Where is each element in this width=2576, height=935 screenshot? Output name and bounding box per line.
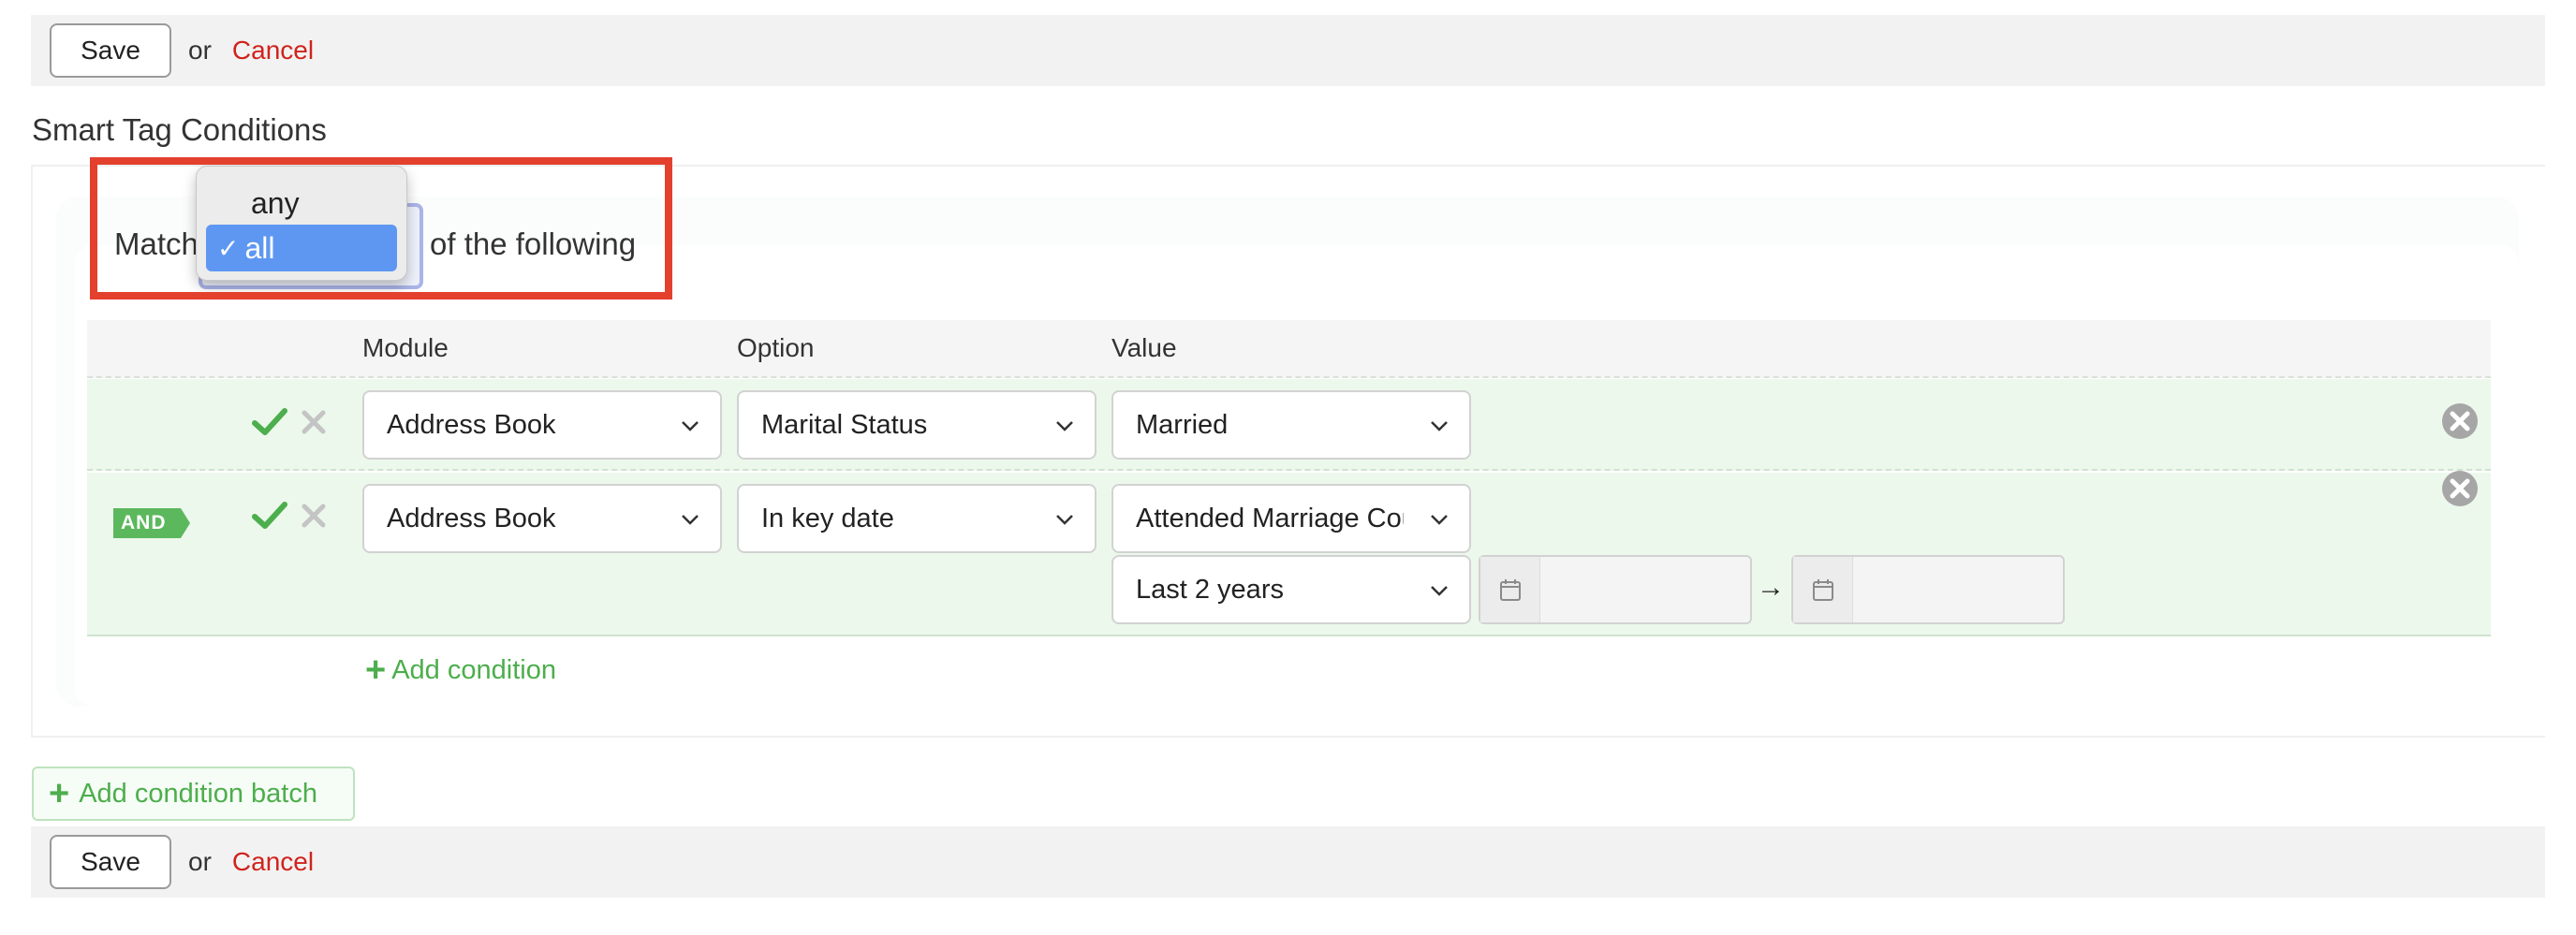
plus-icon: + <box>365 650 387 690</box>
divider <box>31 736 2545 738</box>
divider <box>31 165 33 736</box>
check-icon[interactable] <box>252 407 287 437</box>
section-title: Smart Tag Conditions <box>32 112 327 147</box>
range-arrow: → <box>1757 572 1785 603</box>
value-select-value: Married <box>1136 409 1229 440</box>
date-range-select-value: Last 2 years <box>1136 574 1284 605</box>
chevron-down-icon <box>682 515 699 525</box>
condition-row: AND Address Book In key date Attended Ma… <box>87 471 2491 636</box>
module-select[interactable]: Address Book <box>362 390 722 460</box>
times-icon[interactable] <box>301 503 327 529</box>
chevron-down-icon <box>682 421 699 431</box>
module-select[interactable]: Address Book <box>362 484 722 553</box>
date-to-input[interactable] <box>1791 555 2065 624</box>
bottom-action-bar: Save or Cancel <box>31 826 2545 898</box>
check-icon[interactable] <box>252 501 287 531</box>
cancel-link[interactable]: Cancel <box>232 847 314 877</box>
save-button[interactable]: Save <box>50 835 171 889</box>
option-select[interactable]: In key date <box>737 484 1097 553</box>
or-label: or <box>188 36 212 65</box>
save-button[interactable]: Save <box>50 23 171 78</box>
module-select-value: Address Book <box>387 409 556 440</box>
value-select-value: Attended Marriage Course <box>1136 503 1404 533</box>
highlight-annotation <box>90 157 672 299</box>
cancel-link[interactable]: Cancel <box>232 36 314 66</box>
and-connector-badge: AND <box>113 508 190 538</box>
or-label: or <box>188 847 212 876</box>
column-header-value: Value <box>1111 333 1177 362</box>
conditions-table-header: Module Option Value <box>87 320 2491 378</box>
date-from-input[interactable] <box>1479 555 1752 624</box>
module-select-value: Address Book <box>387 503 556 533</box>
add-condition-batch-button[interactable]: + Add condition batch <box>32 767 355 821</box>
remove-circle-icon[interactable] <box>2440 402 2480 441</box>
chevron-down-icon <box>1431 515 1448 525</box>
option-select[interactable]: Marital Status <box>737 390 1097 460</box>
condition-row: Address Book Marital Status Married <box>87 379 2491 471</box>
chevron-down-icon <box>1056 515 1073 525</box>
column-header-module: Module <box>362 333 449 362</box>
date-range-select[interactable]: Last 2 years <box>1111 555 1471 624</box>
option-select-value: Marital Status <box>761 409 928 440</box>
value-select[interactable]: Married <box>1111 390 1471 460</box>
add-condition-batch-label: Add condition batch <box>79 778 317 809</box>
calendar-icon[interactable] <box>1480 557 1540 622</box>
option-select-value: In key date <box>761 503 894 533</box>
plus-icon: + <box>49 774 70 813</box>
chevron-down-icon <box>1056 421 1073 431</box>
add-condition-link[interactable]: + Add condition <box>365 652 556 688</box>
column-header-option: Option <box>737 333 815 362</box>
remove-circle-icon[interactable] <box>2440 469 2480 508</box>
top-action-bar: Save or Cancel <box>31 15 2545 86</box>
add-condition-label: Add condition <box>391 654 556 685</box>
chevron-down-icon <box>1431 421 1448 431</box>
chevron-down-icon <box>1431 586 1448 596</box>
value-select[interactable]: Attended Marriage Course <box>1111 484 1471 553</box>
calendar-icon[interactable] <box>1793 557 1853 622</box>
times-icon[interactable] <box>301 409 327 435</box>
